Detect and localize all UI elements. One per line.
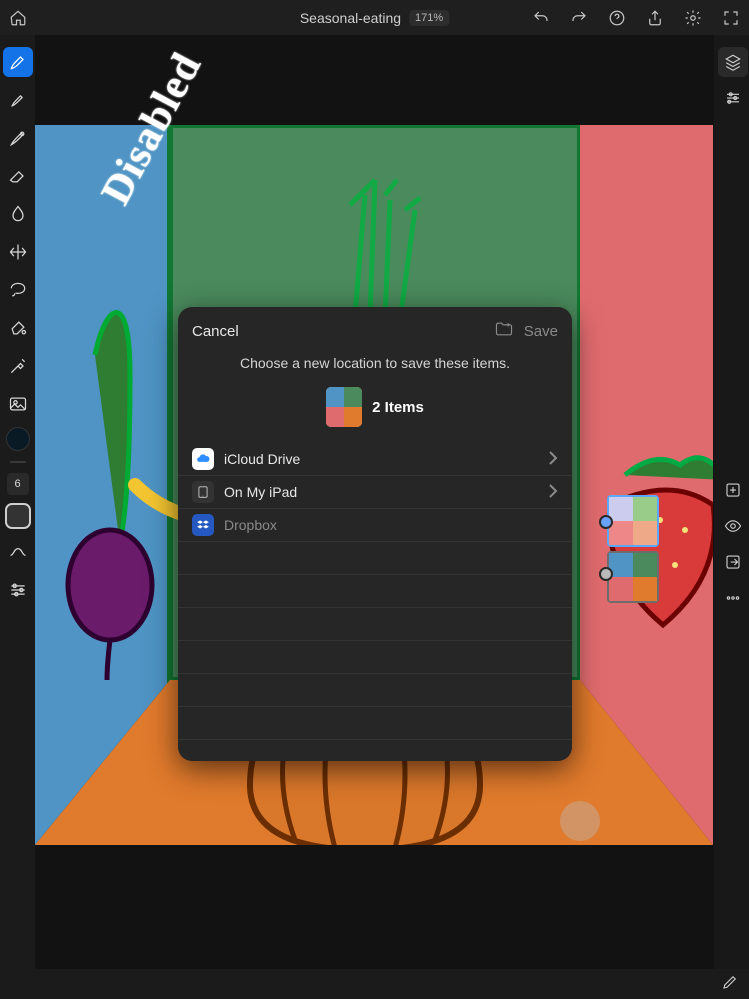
import-to-layer-icon[interactable] xyxy=(718,547,748,577)
color-chip[interactable] xyxy=(6,427,30,451)
reference-handle-icon[interactable] xyxy=(599,567,613,581)
adjustments-icon[interactable] xyxy=(718,83,748,113)
sheet-subtitle: Choose a new location to save these item… xyxy=(178,355,572,381)
zoom-badge[interactable]: 171% xyxy=(409,10,449,26)
top-bar: Seasonal-eating 171% xyxy=(0,0,749,35)
tool-fill[interactable] xyxy=(3,313,33,343)
tool-brush-settings[interactable] xyxy=(3,575,33,605)
tool-smudge[interactable] xyxy=(3,199,33,229)
chevron-right-icon xyxy=(548,483,558,502)
location-row-icloud[interactable]: iCloud Drive xyxy=(178,443,572,476)
tool-ink-brush[interactable] xyxy=(3,85,33,115)
new-folder-icon xyxy=(494,319,514,343)
location-list: iCloud Drive On My iPad Dropbox . . . . … xyxy=(178,443,572,761)
tool-image[interactable] xyxy=(3,389,33,419)
reference-thumb-2[interactable] xyxy=(607,551,659,603)
chevron-right-icon xyxy=(548,450,558,469)
list-row-empty: . xyxy=(178,608,572,641)
tool-sketch-brush[interactable] xyxy=(3,47,33,77)
list-row-empty: . xyxy=(178,707,572,740)
list-row-empty: . xyxy=(178,740,572,761)
brush-size-chip[interactable]: 6 xyxy=(7,473,29,495)
reference-strip[interactable] xyxy=(607,495,659,603)
bottom-bar xyxy=(35,969,749,999)
add-layer-icon[interactable] xyxy=(718,475,748,505)
document-title: Seasonal-eating xyxy=(300,10,401,26)
tool-flow-curve[interactable] xyxy=(3,537,33,567)
fullscreen-icon[interactable] xyxy=(721,8,741,28)
tool-lasso[interactable] xyxy=(3,275,33,305)
save-location-sheet: Cancel Save Choose a new location to sav… xyxy=(178,307,572,761)
help-icon[interactable] xyxy=(607,8,627,28)
tool-eyedropper[interactable] xyxy=(3,351,33,381)
layers-panel-icon[interactable] xyxy=(718,47,748,77)
cancel-button[interactable]: Cancel xyxy=(192,323,239,340)
location-label: On My iPad xyxy=(224,484,297,500)
reference-handle-icon[interactable] xyxy=(599,515,613,529)
location-row-dropbox[interactable]: Dropbox xyxy=(178,509,572,542)
location-row-ipad[interactable]: On My iPad xyxy=(178,476,572,509)
items-count: 2 Items xyxy=(372,399,424,416)
home-icon[interactable] xyxy=(8,8,28,28)
list-row-empty: . xyxy=(178,542,572,575)
brush-shape-preview[interactable] xyxy=(5,503,31,529)
items-thumb-icon xyxy=(326,387,362,427)
tool-watercolor-brush[interactable] xyxy=(3,123,33,153)
gear-icon[interactable] xyxy=(683,8,703,28)
more-icon[interactable] xyxy=(718,583,748,613)
location-label: Dropbox xyxy=(224,517,277,533)
ipad-icon xyxy=(192,481,214,503)
list-row-empty: . xyxy=(178,641,572,674)
tool-rail: 6 xyxy=(0,35,35,999)
reference-thumb-1[interactable] xyxy=(607,495,659,547)
save-button: Save xyxy=(524,323,558,340)
items-preview: 2 Items xyxy=(178,387,572,427)
list-row-empty: . xyxy=(178,575,572,608)
location-label: iCloud Drive xyxy=(224,451,300,467)
touch-indicator xyxy=(560,801,600,841)
redo-icon[interactable] xyxy=(569,8,589,28)
undo-icon[interactable] xyxy=(531,8,551,28)
rail-separator xyxy=(10,461,26,463)
dropbox-icon xyxy=(192,514,214,536)
tool-transform[interactable] xyxy=(3,237,33,267)
right-rail xyxy=(716,35,749,999)
visibility-icon[interactable] xyxy=(718,511,748,541)
share-icon[interactable] xyxy=(645,8,665,28)
icloud-icon xyxy=(192,448,214,470)
edit-icon[interactable] xyxy=(721,973,739,996)
workspace: 6 xyxy=(0,35,749,999)
tool-eraser[interactable] xyxy=(3,161,33,191)
list-row-empty: . xyxy=(178,674,572,707)
